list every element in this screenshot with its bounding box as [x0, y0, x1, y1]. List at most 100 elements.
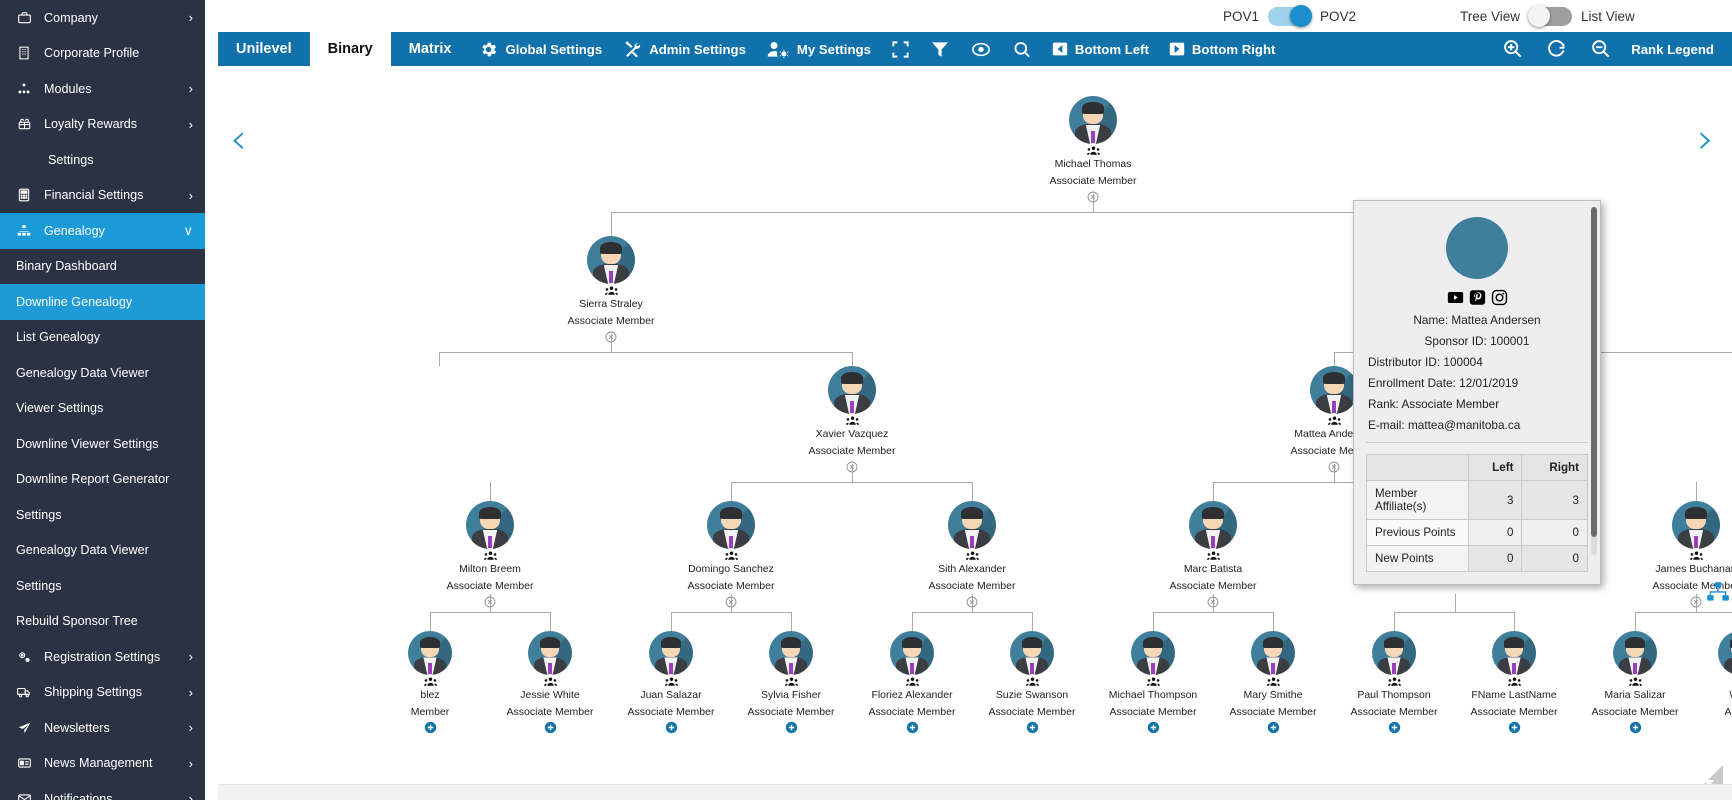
add-node-icon[interactable] — [1629, 721, 1642, 739]
sidebar-item-downline-report-generator[interactable]: Downline Report Generator — [0, 462, 205, 498]
sidebar-item-settings[interactable]: Settings — [0, 142, 205, 178]
member-detail-popup[interactable]: Name: Mattea Andersen Sponsor ID: 100001… — [1353, 200, 1601, 585]
add-node-icon[interactable] — [1508, 721, 1521, 739]
sidebar-item-rebuild-sponsor-tree[interactable]: Rebuild Sponsor Tree — [0, 604, 205, 640]
sidebar-item-notifications[interactable]: Notifications › — [0, 781, 205, 800]
sidebar-item-news-management[interactable]: News Management › — [0, 746, 205, 782]
remove-node-icon[interactable] — [1328, 460, 1340, 478]
tree-node[interactable]: Jessie White Associate Member — [480, 631, 620, 739]
sidebar-item-label: Genealogy Data Viewer — [16, 543, 149, 558]
sidebar-item-genealogy-data-viewer[interactable]: Genealogy Data Viewer — [0, 355, 205, 391]
sidebar-item-modules[interactable]: Modules › — [0, 71, 205, 107]
remove-node-icon[interactable] — [1690, 595, 1702, 613]
org-chart-icon[interactable] — [1705, 580, 1731, 611]
filter-button[interactable] — [920, 32, 960, 66]
sidebar-item-downline-viewer-settings[interactable]: Downline Viewer Settings — [0, 426, 205, 462]
remove-node-icon[interactable] — [846, 460, 858, 478]
add-node-icon[interactable] — [665, 721, 678, 739]
add-node-icon[interactable] — [906, 721, 919, 739]
remove-node-icon[interactable] — [1087, 190, 1099, 208]
pinterest-icon[interactable] — [1469, 289, 1486, 306]
view-toggle-switch[interactable] — [1528, 5, 1573, 27]
sidebar-item-downline-genealogy[interactable]: Downline Genealogy — [0, 284, 205, 320]
pov-toggle-group[interactable]: POV1 POV2 — [1223, 0, 1356, 32]
tab-unilevel[interactable]: Unilevel — [218, 32, 310, 66]
pov-toggle-switch[interactable] — [1268, 5, 1313, 27]
tree-node[interactable]: Michael Thomas Associate Member — [1023, 96, 1163, 208]
people-icon — [541, 286, 681, 297]
zoom-out-icon[interactable] — [1579, 38, 1623, 60]
avatar — [1010, 631, 1054, 675]
prev-arrow[interactable]: ‹ — [230, 118, 247, 160]
sidebar-item-financial-settings[interactable]: Financial Settings › — [0, 178, 205, 214]
tree-node[interactable]: Paul Thompson Associate Member — [1324, 631, 1464, 739]
tree-node[interactable]: blez Member — [360, 631, 500, 739]
expand-button[interactable] — [881, 32, 920, 66]
sidebar-item-settings[interactable]: Settings — [0, 497, 205, 533]
sidebar-item-loyalty-rewards[interactable]: Loyalty Rewards › — [0, 107, 205, 143]
row-left-value: 3 — [1467, 480, 1523, 520]
youtube-icon[interactable] — [1447, 289, 1464, 306]
tree-node[interactable]: Domingo Sanchez Associate Member — [661, 501, 801, 613]
sidebar-item-list-genealogy[interactable]: List Genealogy — [0, 320, 205, 356]
sidebar-item-registration-settings[interactable]: Registration Settings › — [0, 639, 205, 675]
sidebar-item-settings[interactable]: Settings — [0, 568, 205, 604]
sidebar-item-label: Downline Report Generator — [16, 472, 170, 487]
node-rank: Member — [410, 706, 450, 718]
tree-node[interactable]: Juan Salazar Associate Member — [601, 631, 741, 739]
add-node-icon[interactable] — [544, 721, 557, 739]
my-settings-button[interactable]: My Settings — [756, 32, 881, 66]
tree-node[interactable]: FName LastName Associate Member — [1444, 631, 1584, 739]
remove-node-icon[interactable] — [484, 595, 496, 613]
sidebar-item-binary-dashboard[interactable]: Binary Dashboard — [0, 249, 205, 285]
refresh-icon[interactable] — [1535, 38, 1579, 60]
instagram-icon[interactable] — [1491, 289, 1508, 306]
remove-node-icon[interactable] — [1207, 595, 1219, 613]
add-node-icon[interactable] — [1147, 721, 1160, 739]
next-arrow[interactable]: › — [1697, 118, 1714, 160]
tree-node[interactable]: Michael Thompson Associate Member — [1083, 631, 1223, 739]
sidebar-item-corporate-profile[interactable]: Corporate Profile — [0, 36, 205, 72]
tree-node[interactable]: Floriez Alexander Associate Member — [842, 631, 982, 739]
bottom-right-button[interactable]: Bottom Right — [1159, 32, 1286, 66]
sidebar-item-genealogy-data-viewer[interactable]: Genealogy Data Viewer — [0, 533, 205, 569]
remove-node-icon[interactable] — [966, 595, 978, 613]
search-button[interactable] — [1002, 32, 1042, 66]
tree-node[interactable]: Sierra Straley Associate Member — [541, 236, 681, 348]
tree-node[interactable]: Suzie Swanson Associate Member — [962, 631, 1102, 739]
sidebar-item-company[interactable]: Company › — [0, 0, 205, 36]
rank-legend-button[interactable]: Rank Legend — [1623, 42, 1718, 57]
eye-button[interactable] — [960, 32, 1002, 66]
tree-node[interactable]: Milton Breem Associate Member — [420, 501, 560, 613]
add-node-icon[interactable] — [1388, 721, 1401, 739]
tree-node[interactable]: Xavier Vazquez Associate Member — [782, 366, 922, 478]
people-icon — [420, 551, 560, 562]
global-settings-button[interactable]: Global Settings — [469, 32, 612, 66]
bottom-left-button[interactable]: Bottom Left — [1042, 32, 1159, 66]
tab-binary[interactable]: Binary — [309, 32, 391, 66]
zoom-in-icon[interactable] — [1491, 38, 1535, 60]
remove-node-icon[interactable] — [725, 595, 737, 613]
tree-node[interactable]: Marc Batista Associate Member — [1143, 501, 1283, 613]
admin-settings-button[interactable]: Admin Settings — [612, 32, 756, 66]
people-icon — [1023, 146, 1163, 157]
sidebar-item-genealogy[interactable]: Genealogy ∨ — [0, 213, 205, 249]
add-node-icon[interactable] — [785, 721, 798, 739]
sidebar-item-newsletters[interactable]: Newsletters › — [0, 710, 205, 746]
popup-scrollbar[interactable] — [1591, 207, 1597, 555]
node-rank: Associate Member — [627, 706, 715, 718]
sidebar-item-shipping-settings[interactable]: Shipping Settings › — [0, 675, 205, 711]
tab-matrix[interactable]: Matrix — [391, 32, 470, 66]
add-node-icon[interactable] — [1267, 721, 1280, 739]
tree-node[interactable]: Sith Alexander Associate Member — [902, 501, 1042, 613]
add-node-icon[interactable] — [424, 721, 437, 739]
tree-node[interactable]: Wan Associ — [1670, 631, 1732, 739]
sidebar-item-viewer-settings[interactable]: Viewer Settings — [0, 391, 205, 427]
add-node-icon[interactable] — [1026, 721, 1039, 739]
remove-node-icon[interactable] — [605, 330, 617, 348]
building-icon — [14, 45, 34, 61]
sidebar-item-label: Viewer Settings — [16, 401, 104, 416]
view-toggle-group[interactable]: Tree View List View — [1460, 0, 1635, 32]
tree-node[interactable]: Mary Smithe Associate Member — [1203, 631, 1343, 739]
tree-node[interactable]: Sylvia Fisher Associate Member — [721, 631, 861, 739]
